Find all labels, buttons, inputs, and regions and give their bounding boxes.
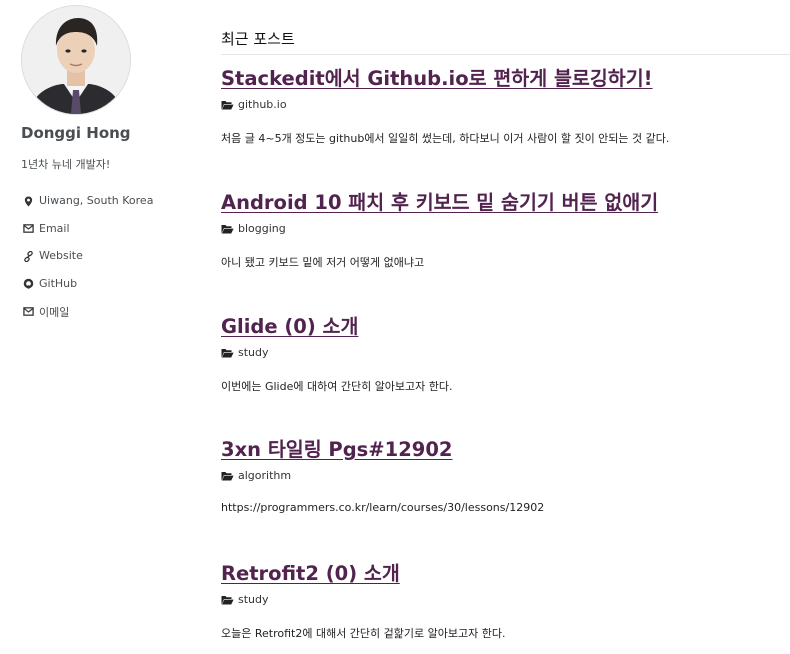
post-category: github.io — [221, 98, 287, 111]
post-excerpt: 아니 됐고 키보드 밑에 저거 어떻게 없애냐고 — [221, 256, 425, 269]
author-links: Uiwang, South Korea Email Website GitHub — [21, 194, 153, 332]
location-pin-icon — [21, 194, 35, 208]
author-sidebar: Donggi Hong 1년차 뉴네 개발자! Uiwang, South Ko… — [0, 0, 200, 654]
post-title-link[interactable]: Glide (0) 소개 — [221, 315, 358, 339]
post-title-link[interactable]: Android 10 패치 후 키보드 밑 숨기기 버튼 없애기 — [221, 191, 658, 215]
author-link-label: Uiwang, South Korea — [39, 194, 154, 207]
author-link-email[interactable]: Email — [21, 222, 153, 250]
post-title-link[interactable]: Stackedit에서 Github.io로 편하게 블로깅하기! — [221, 67, 653, 91]
post-item: Retrofit2 (0) 소개 study 오늘은 Retrofit2에 대해… — [221, 562, 790, 640]
folder-open-icon — [221, 470, 234, 481]
post-excerpt: 처음 글 4~5개 정도는 github에서 일일히 썼는데, 하다보니 이거 … — [221, 132, 670, 145]
author-link-label[interactable]: Website — [39, 249, 83, 262]
post-excerpt: 오늘은 Retrofit2에 대해서 간단히 겉핥기로 알아보고자 한다. — [221, 627, 506, 640]
folder-open-icon — [221, 594, 234, 605]
folder-open-icon — [221, 223, 234, 234]
post-category: blogging — [221, 222, 286, 235]
author-link-github[interactable]: GitHub — [21, 277, 153, 305]
author-link-email-ko[interactable]: 이메일 — [21, 304, 153, 332]
folder-open-icon — [221, 99, 234, 110]
post-excerpt: 이번에는 Glide에 대하여 간단히 알아보고자 한다. — [221, 380, 453, 393]
author-link-label[interactable]: Email — [39, 222, 70, 235]
post-category-label[interactable]: blogging — [238, 222, 286, 235]
author-bio: 1년차 뉴네 개발자! — [21, 158, 111, 171]
post-category: study — [221, 593, 269, 606]
post-category-label[interactable]: study — [238, 346, 269, 359]
post-title-link[interactable]: 3xn 타일링 Pgs#12902 — [221, 438, 452, 462]
link-icon — [21, 249, 35, 263]
github-icon — [21, 277, 35, 291]
folder-open-icon — [221, 347, 234, 358]
page: Donggi Hong 1년차 뉴네 개발자! Uiwang, South Ko… — [0, 0, 790, 654]
avatar-portrait-image — [22, 6, 130, 114]
post-category-label[interactable]: study — [238, 593, 269, 606]
envelope-icon — [21, 222, 35, 236]
section-title: 최근 포스트 — [221, 30, 295, 48]
author-link-website[interactable]: Website — [21, 249, 153, 277]
author-link-label[interactable]: 이메일 — [39, 304, 69, 320]
author-name: Donggi Hong — [21, 124, 131, 142]
post-item: Glide (0) 소개 study 이번에는 Glide에 대하여 간단히 알… — [221, 315, 790, 393]
section-divider — [221, 54, 790, 55]
post-item: 3xn 타일링 Pgs#12902 algorithm https://prog… — [221, 438, 790, 514]
post-item: Android 10 패치 후 키보드 밑 숨기기 버튼 없애기 bloggin… — [221, 191, 790, 269]
post-excerpt: https://programmers.co.kr/learn/courses/… — [221, 501, 545, 514]
post-category: algorithm — [221, 469, 291, 482]
post-category-label[interactable]: algorithm — [238, 469, 291, 482]
envelope-icon — [21, 304, 35, 318]
post-item: Stackedit에서 Github.io로 편하게 블로깅하기! github… — [221, 67, 790, 145]
post-category: study — [221, 346, 269, 359]
post-title-link[interactable]: Retrofit2 (0) 소개 — [221, 562, 400, 586]
post-category-label[interactable]: github.io — [238, 98, 287, 111]
avatar — [21, 5, 131, 115]
author-link-location: Uiwang, South Korea — [21, 194, 153, 222]
author-link-label[interactable]: GitHub — [39, 277, 77, 290]
